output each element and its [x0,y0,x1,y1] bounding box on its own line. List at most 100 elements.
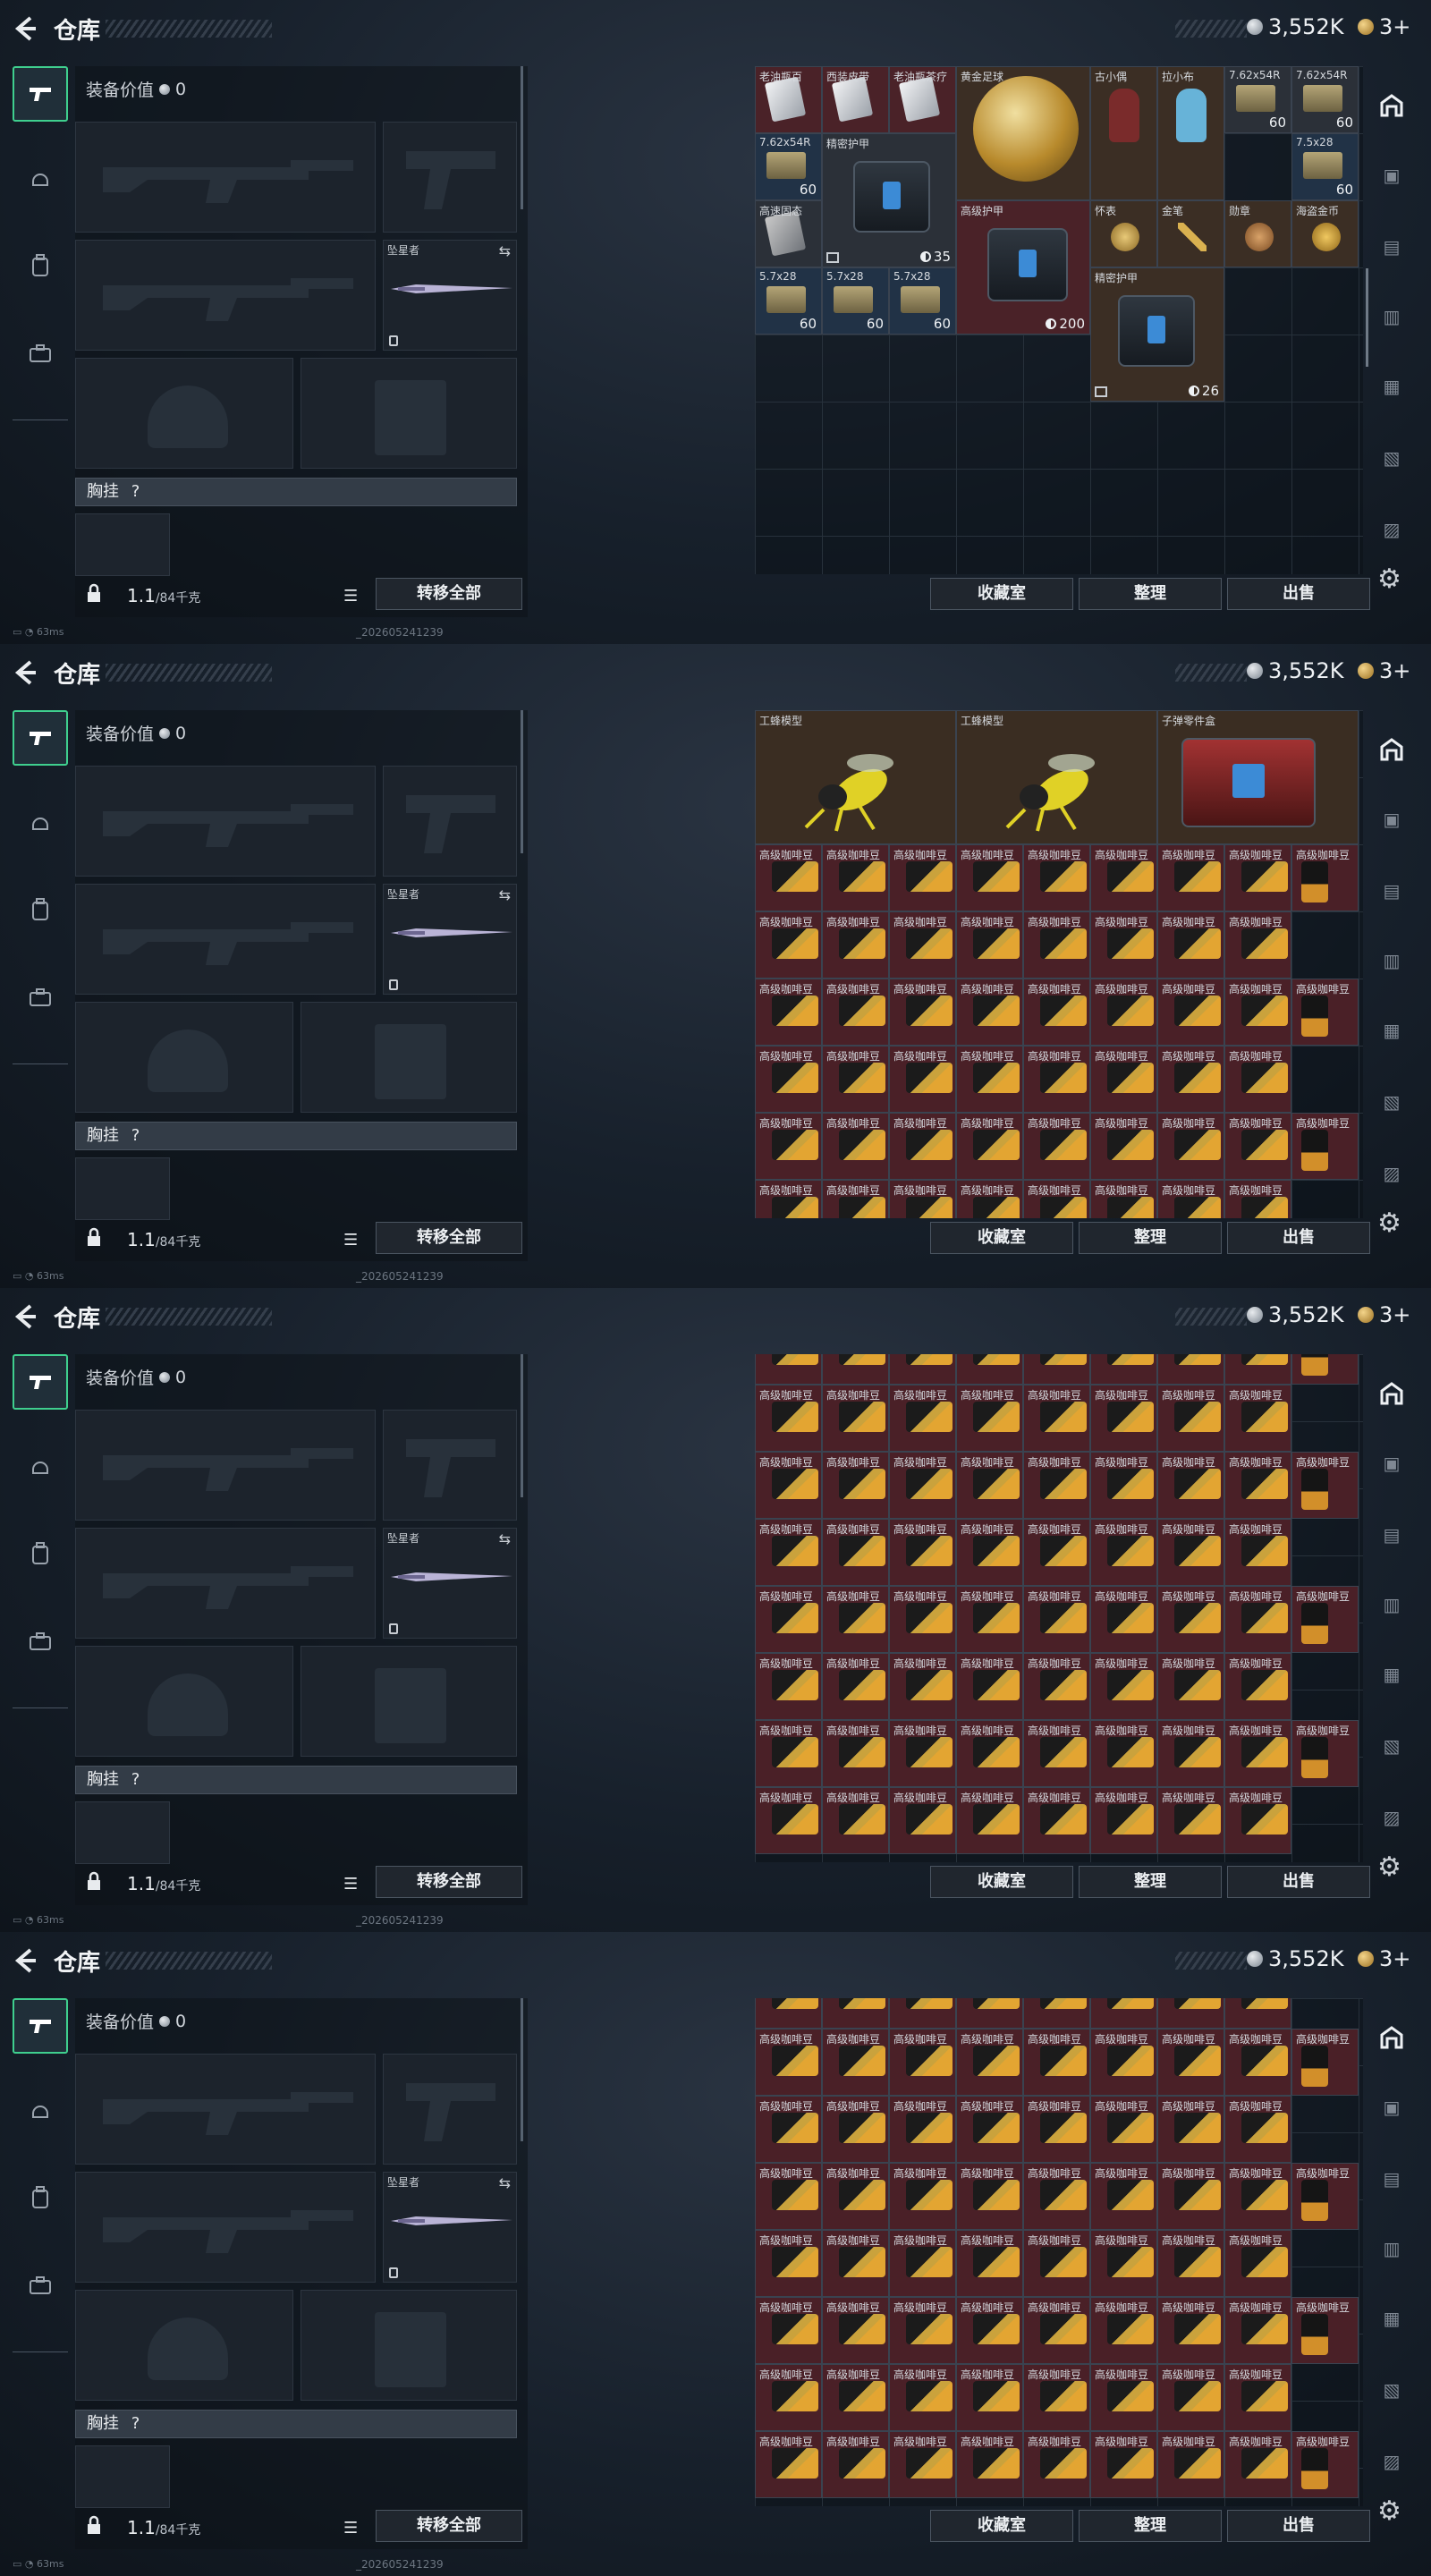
sort-button[interactable]: 整理 [1079,1866,1222,1898]
coffee-bean-item[interactable]: 高级咖啡豆 [1157,1113,1224,1180]
coffee-bean-item[interactable]: 高级咖啡豆 [822,1113,889,1180]
coffee-bean-item[interactable]: 高级咖啡豆 [889,1519,956,1586]
coffee-bean-item[interactable]: 高级咖啡豆 [1023,1720,1090,1787]
coffee-bean-item[interactable]: 高级咖啡豆 [889,1385,956,1452]
coffee-bean-item[interactable]: 高级咖啡豆 [1023,2029,1090,2096]
coffee-bean-item[interactable]: 高级咖啡豆 [1090,2297,1157,2364]
stash-tab-2-icon[interactable]: ▣ [1376,803,1408,835]
coffee-bean-item[interactable]: 高级咖啡豆 [1291,2029,1359,2096]
coffee-bean-item[interactable]: 高级咖啡豆 [1023,2230,1090,2297]
coffee-bean-item[interactable]: 高级咖啡豆 [1090,844,1157,911]
coffee-bean-item[interactable]: 高级咖啡豆 [956,1653,1023,1720]
stash-item[interactable]: 老油瓶茶疗 [889,66,956,133]
coffee-bean-item[interactable]: 高级咖啡豆 [822,1787,889,1854]
list-icon[interactable]: ☰ [343,1875,358,1894]
coffee-bean-item[interactable]: 高级咖啡豆 [956,1586,1023,1653]
coffee-bean-item[interactable]: 高级咖啡豆 [889,2297,956,2364]
stash-tab-7-icon[interactable]: ▨ [1376,2445,1408,2478]
pistol-slot[interactable] [383,122,517,233]
coffee-bean-item[interactable]: 高级咖啡豆 [956,844,1023,911]
coffee-bean-item[interactable]: 高级咖啡豆 [1224,1113,1291,1180]
coffee-bean-item[interactable]: 高级咖啡豆 [1090,1354,1157,1385]
gold-currency[interactable]: 3+ [1358,658,1410,683]
sell-button[interactable]: 出售 [1227,1222,1370,1254]
coffee-bean-item[interactable]: 高级咖啡豆 [1157,1720,1224,1787]
coffee-bean-item[interactable]: 高级咖啡豆 [1090,1653,1157,1720]
secondary-weapon-slot[interactable] [75,240,376,351]
coffee-bean-item[interactable]: 高级咖啡豆 [1090,979,1157,1046]
stash-tab-6-icon[interactable]: ▧ [1376,442,1408,474]
stash-item[interactable]: 黄金足球 [956,66,1090,200]
stash-item[interactable]: 勋章 [1224,200,1291,267]
coffee-bean-item[interactable]: 高级咖啡豆 [889,1720,956,1787]
coffee-bean-item[interactable]: 高级咖啡豆 [1090,2163,1157,2230]
coffee-bean-item[interactable]: 高级咖啡豆 [1157,1180,1224,1218]
coffee-bean-item[interactable]: 高级咖啡豆 [1291,2297,1359,2364]
coffee-bean-item[interactable]: 高级咖啡豆 [1157,2096,1224,2163]
coffee-bean-item[interactable]: 高级咖啡豆 [889,1586,956,1653]
sidebar-case-icon[interactable] [13,326,68,381]
secondary-weapon-slot[interactable] [75,884,376,995]
stash-tab-2-icon[interactable]: ▣ [1376,1447,1408,1479]
stash-item[interactable]: 精密护甲 26 [1090,267,1224,402]
coffee-bean-item[interactable]: 高级咖啡豆 [1023,1113,1090,1180]
left-scrollbar[interactable] [521,1354,523,1497]
stash-tab-6-icon[interactable]: ▧ [1376,1730,1408,1762]
primary-weapon-slot[interactable] [75,2054,376,2165]
coffee-bean-item[interactable]: 高级咖啡豆 [822,911,889,979]
coffee-bean-item[interactable]: 高级咖啡豆 [1291,1354,1359,1385]
coffee-bean-item[interactable]: 高级咖啡豆 [1023,1046,1090,1113]
coffee-bean-item[interactable]: 高级咖啡豆 [889,911,956,979]
coffee-bean-item[interactable]: 高级咖啡豆 [1023,911,1090,979]
coffee-bean-item[interactable]: 高级咖啡豆 [1157,1452,1224,1519]
coffee-bean-item[interactable]: 高级咖啡豆 [1291,2431,1359,2498]
stash-item[interactable]: 金笔 [1157,200,1224,267]
sidebar-case-icon[interactable] [13,970,68,1025]
melee-slot[interactable]: 坠星者 ⇆ [383,240,517,351]
coffee-bean-item[interactable]: 高级咖啡豆 [1157,1586,1224,1653]
coffee-bean-item[interactable]: 高级咖啡豆 [1224,1998,1291,2029]
coffee-bean-item[interactable]: 高级咖啡豆 [889,1180,956,1218]
helmet-slot[interactable] [75,358,293,469]
coffee-bean-item[interactable]: 高级咖啡豆 [889,1787,956,1854]
coffee-bean-item[interactable]: 高级咖啡豆 [956,1113,1023,1180]
coffee-bean-item[interactable]: 高级咖啡豆 [889,2029,956,2096]
coffee-bean-item[interactable]: 高级咖啡豆 [1023,2096,1090,2163]
coffee-bean-item[interactable]: 高级咖啡豆 [755,1385,822,1452]
coffee-bean-item[interactable]: 高级咖啡豆 [956,2096,1023,2163]
sidebar-case-icon[interactable] [13,1614,68,1669]
collection-room-button[interactable]: 收藏室 [930,1222,1073,1254]
melee-slot[interactable]: 坠星者 ⇆ [383,884,517,995]
stash-item[interactable]: 西装皮带 [822,66,889,133]
coffee-bean-item[interactable]: 高级咖啡豆 [1157,2029,1224,2096]
stash-item[interactable]: 5.7x28 60 [822,267,889,335]
coffee-bean-item[interactable]: 高级咖啡豆 [1224,1046,1291,1113]
stash-tab-6-icon[interactable]: ▧ [1376,1086,1408,1118]
coffee-bean-item[interactable]: 高级咖啡豆 [1023,2163,1090,2230]
coffee-bean-item[interactable]: 高级咖啡豆 [1224,2096,1291,2163]
coffee-bean-item[interactable]: 高级咖啡豆 [1023,1180,1090,1218]
coffee-bean-item[interactable]: 高级咖啡豆 [822,1720,889,1787]
coffee-bean-item[interactable]: 高级咖啡豆 [1157,2230,1224,2297]
coffee-bean-item[interactable]: 高级咖啡豆 [822,2029,889,2096]
coffee-bean-item[interactable]: 高级咖啡豆 [1157,1519,1224,1586]
coffee-bean-item[interactable]: 高级咖啡豆 [956,911,1023,979]
coffee-bean-item[interactable]: 高级咖啡豆 [956,2431,1023,2498]
coffee-bean-item[interactable]: 高级咖啡豆 [822,1180,889,1218]
coffee-bean-item[interactable]: 高级咖啡豆 [1157,1354,1224,1385]
armor-slot[interactable] [301,1002,517,1113]
coffee-bean-item[interactable]: 高级咖啡豆 [755,2029,822,2096]
coffee-bean-item[interactable]: 高级咖啡豆 [1157,2364,1224,2431]
coffee-bean-item[interactable]: 高级咖啡豆 [956,1998,1023,2029]
coffee-bean-item[interactable]: 高级咖啡豆 [1291,1586,1359,1653]
coffee-bean-item[interactable]: 高级咖啡豆 [755,2163,822,2230]
stash-tab-5-icon[interactable]: ▦ [1376,1014,1408,1046]
coffee-bean-item[interactable]: 高级咖啡豆 [1157,844,1224,911]
stash-item[interactable]: 5.7x28 60 [755,267,822,335]
coffee-bean-item[interactable]: 高级咖啡豆 [956,2163,1023,2230]
coffee-bean-item[interactable]: 高级咖啡豆 [956,1354,1023,1385]
settings-gear-icon[interactable]: ⚙ [1377,1852,1401,1883]
coffee-bean-item[interactable]: 高级咖啡豆 [1090,1452,1157,1519]
swap-icon[interactable]: ⇆ [499,242,511,259]
coffee-bean-item[interactable]: 高级咖啡豆 [1291,844,1359,911]
